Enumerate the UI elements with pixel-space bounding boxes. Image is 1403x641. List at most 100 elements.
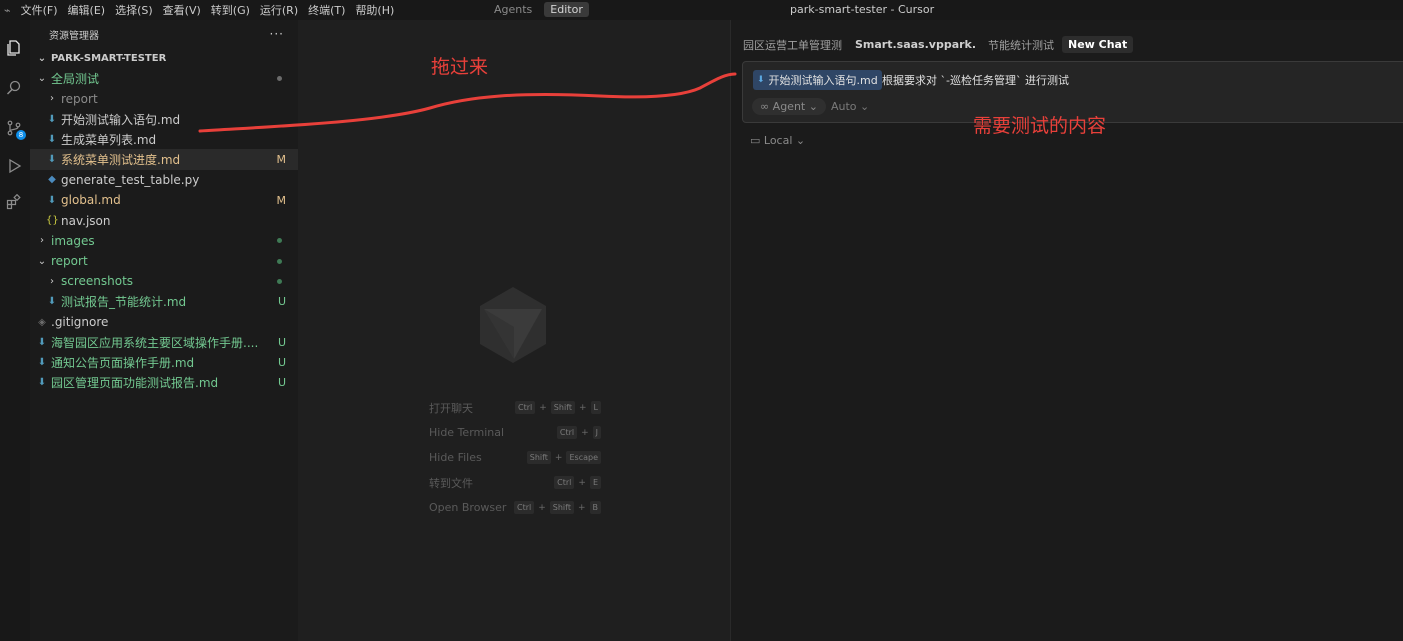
- git-status-badge: U: [277, 335, 286, 349]
- markdown-icon: ⬇: [47, 133, 57, 145]
- tree-item-label: nav.json: [61, 213, 111, 228]
- tree-item-label: report: [51, 254, 88, 269]
- key-cap: E: [589, 476, 601, 489]
- tab-chat-3[interactable]: 节能统计测试: [988, 37, 1054, 53]
- tree-item-label: report: [61, 91, 98, 106]
- tree-item[interactable]: ◈ .gitignore: [30, 312, 298, 332]
- python-icon: ◆: [48, 174, 56, 186]
- tree-item[interactable]: ⬇ global.md M: [30, 190, 298, 210]
- context-file-label: 开始测试输入语句.md: [768, 74, 878, 87]
- shortcut-hints: 打开聊天 Ctrl + Shift + L Hide Terminal Ctrl + J Hide …: [429, 395, 601, 520]
- tree-item-label: 生成菜单列表.md: [61, 132, 157, 147]
- tree-item[interactable]: ⌄ report: [30, 251, 298, 271]
- agent-label: Agent: [772, 100, 806, 113]
- shortcut-label: Open Browser: [429, 501, 507, 514]
- menu-help[interactable]: 帮助(H): [355, 2, 394, 18]
- workspace-root[interactable]: ⌄ PARK-SMART-TESTER: [30, 48, 298, 68]
- shortcut-row: Hide Files Shift + Escape: [429, 445, 601, 470]
- shortcut-keys: Ctrl + Shift + B: [513, 501, 601, 514]
- tree-item[interactable]: › screenshots: [30, 271, 298, 291]
- tree-item-label: generate_test_table.py: [61, 172, 200, 187]
- menu-file[interactable]: 文件(F): [21, 2, 58, 18]
- menu-go[interactable]: 转到(G): [211, 2, 250, 18]
- shortcut-row: 转到文件 Ctrl + E: [429, 470, 601, 495]
- key-cap: Ctrl: [515, 401, 536, 414]
- tree-item[interactable]: ⬇ 通知公告页面操作手册.md U: [30, 352, 298, 372]
- activity-bar: 8: [0, 20, 30, 641]
- editor-mode-button[interactable]: Editor: [544, 2, 589, 17]
- tree-item[interactable]: › images: [30, 231, 298, 251]
- menu-terminal[interactable]: 终端(T): [308, 2, 345, 18]
- editor-area: 打开聊天 Ctrl + Shift + L Hide Terminal Ctrl + J Hide …: [298, 20, 730, 641]
- tree-item[interactable]: ⬇ 系统菜单测试进度.md M: [30, 149, 298, 170]
- infinity-icon: ∞: [760, 100, 773, 113]
- tree-item-label: 测试报告_节能统计.md: [61, 295, 187, 310]
- context-file-chip[interactable]: ⬇ 开始测试输入语句.md: [753, 70, 882, 90]
- shortcut-label: Hide Terminal: [429, 426, 505, 439]
- tab-chat-2[interactable]: Smart.saas.vppark.c: [855, 38, 975, 51]
- drag-note: 拖过来: [431, 56, 489, 78]
- tree-item-label: screenshots: [61, 274, 134, 289]
- agents-mode-button[interactable]: Agents: [488, 2, 538, 17]
- tree-item[interactable]: {} nav.json: [30, 210, 298, 230]
- markdown-icon: ⬇: [47, 154, 57, 166]
- tree-item-label: global.md: [61, 193, 121, 208]
- tree-item-label: 全局测试: [51, 71, 100, 86]
- git-icon: ◈: [38, 316, 46, 328]
- markdown-icon: ⬇: [37, 336, 47, 348]
- tree-item[interactable]: ⬇ 生成菜单列表.md: [30, 129, 298, 149]
- menu-edit[interactable]: 编辑(E): [68, 2, 106, 18]
- tree-item[interactable]: ⬇ 海智园区应用系统主要区域操作手册.... U: [30, 332, 298, 352]
- chevron-down-icon: ⌄: [805, 100, 818, 113]
- plus-sign: +: [554, 452, 563, 463]
- status-dot: [277, 278, 282, 284]
- more-actions-icon[interactable]: ···: [270, 27, 284, 41]
- tab-chat-1[interactable]: 园区运营工单管理测: [743, 37, 842, 53]
- search-icon[interactable]: [4, 78, 24, 98]
- cursor-watermark-icon: [480, 287, 546, 363]
- chevron-down-icon: ⌄: [37, 255, 47, 267]
- plus-sign: +: [577, 502, 586, 513]
- tree-item[interactable]: ⬇ 测试报告_节能统计.md U: [30, 292, 298, 312]
- chevron-down-icon: ⌄: [856, 100, 870, 113]
- key-cap: Ctrl: [556, 426, 578, 439]
- agent-mode-dropdown[interactable]: ∞ Agent ⌄: [752, 98, 826, 115]
- menu-selection[interactable]: 选择(S): [115, 2, 153, 18]
- source-control-icon[interactable]: 8: [4, 118, 26, 140]
- key-cap: B: [589, 501, 601, 514]
- tree-item[interactable]: › report: [30, 89, 298, 109]
- run-debug-icon[interactable]: [4, 156, 24, 176]
- key-cap: L: [590, 401, 601, 414]
- markdown-icon: ⬇: [37, 357, 47, 369]
- title-bar: ⌁ 文件(F) 编辑(E) 选择(S) 查看(V) 转到(G) 运行(R) 终端…: [0, 0, 1403, 20]
- status-dot: [277, 75, 282, 81]
- extensions-icon[interactable]: [4, 192, 24, 212]
- shortcut-row: Open Browser Ctrl + Shift + B: [429, 495, 601, 520]
- menu-view[interactable]: 查看(V): [163, 2, 201, 18]
- status-dot: [277, 238, 282, 244]
- markdown-icon: ⬇: [757, 75, 765, 85]
- plus-sign: +: [581, 427, 589, 438]
- menu-run[interactable]: 运行(R): [260, 2, 298, 18]
- tree-item[interactable]: ◆ generate_test_table.py: [30, 170, 298, 190]
- tree-item[interactable]: ⌄ 全局测试: [30, 68, 298, 88]
- explorer-sidebar: 资源管理器 ··· ⌄ PARK-SMART-TESTER ⌄ 全局测试 › repo…: [30, 20, 298, 641]
- tab-new-chat[interactable]: New Chat: [1062, 36, 1134, 53]
- key-cap: Ctrl: [554, 476, 575, 489]
- tree-item[interactable]: ⬇ 园区管理页面功能测试报告.md U: [30, 373, 298, 393]
- menu-bar: ⌁ 文件(F) 编辑(E) 选择(S) 查看(V) 转到(G) 运行(R) 终端…: [4, 0, 404, 20]
- model-dropdown[interactable]: Auto ⌄: [831, 100, 869, 113]
- prompt-text[interactable]: 根据要求对 `-巡检任务管理` 进行测试: [882, 72, 1069, 88]
- local-env-dropdown[interactable]: ▭ Local ⌄: [750, 134, 805, 147]
- git-status-badge: M: [276, 193, 287, 207]
- key-cap: Shift: [550, 401, 575, 414]
- files-icon[interactable]: [4, 38, 24, 58]
- mode-switch: Agents Editor: [488, 2, 589, 17]
- shortcut-label: 打开聊天: [429, 401, 473, 415]
- chevron-down-icon: ⌄: [37, 72, 47, 84]
- chevron-down-icon: ⌄: [792, 134, 806, 147]
- shortcut-label: Hide Files: [429, 451, 482, 464]
- markdown-icon: ⬇: [47, 194, 57, 206]
- tree-item[interactable]: ⬇ 开始测试输入语句.md: [30, 109, 298, 129]
- tree-item-label: 开始测试输入语句.md: [61, 112, 181, 127]
